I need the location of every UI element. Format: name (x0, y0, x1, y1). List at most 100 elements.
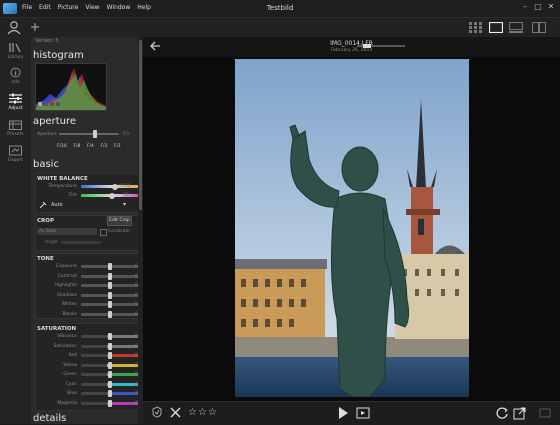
photo[interactable] (235, 59, 469, 397)
clip-toggle[interactable] (38, 102, 42, 106)
rail-item-label: Library (7, 55, 24, 60)
tone-slider[interactable] (81, 263, 141, 270)
sliders-icon (9, 93, 22, 104)
tint-handle[interactable] (109, 192, 115, 199)
constrain-checkbox[interactable] (100, 229, 107, 236)
saturation-slider[interactable] (81, 342, 141, 350)
saturation-handle[interactable] (108, 399, 112, 407)
saturation-handle[interactable] (108, 352, 112, 359)
eyedropper-icon[interactable] (39, 201, 47, 209)
tone-handle[interactable] (108, 282, 112, 289)
panel-scrollbar-thumb[interactable] (139, 40, 142, 210)
zoom-handle[interactable] (363, 44, 371, 48)
saturation-handle[interactable] (108, 361, 112, 369)
tone-handle[interactable] (108, 301, 112, 308)
tone-handle[interactable] (108, 291, 112, 299)
saturation-handle[interactable] (108, 333, 112, 340)
saturation-slider[interactable] (81, 380, 141, 388)
saturation-slider[interactable] (81, 390, 141, 397)
tone-handle[interactable] (108, 272, 112, 280)
saturation-handle[interactable] (108, 380, 112, 388)
minimize-icon[interactable]: – (521, 3, 529, 11)
saturation-slider[interactable] (81, 352, 141, 359)
edit-crop-button[interactable]: Edit Crop (107, 216, 132, 226)
aperture-stop[interactable]: F/1 (114, 144, 121, 149)
star-icon[interactable]: ☆ (188, 406, 197, 420)
crop-ratio-select[interactable]: As Shot (37, 228, 97, 235)
saturation-label: Saturation (53, 343, 77, 349)
tone-handle[interactable] (108, 310, 112, 318)
crop-title: CROP (37, 218, 54, 224)
window-title: Testbild (266, 4, 294, 12)
chevron-down-icon[interactable]: ▾ (123, 201, 126, 208)
slideshow-icon[interactable] (356, 406, 370, 420)
tint-label: Tint (68, 193, 77, 198)
play-icon[interactable] (337, 406, 349, 420)
temperature-slider[interactable] (81, 183, 143, 190)
aperture-stop[interactable]: F/2 (100, 144, 107, 149)
saturation-slider[interactable] (81, 333, 141, 340)
aperture-handle[interactable] (93, 130, 97, 138)
tone-slider[interactable] (81, 272, 141, 280)
tone-slider[interactable] (81, 282, 141, 289)
check-shield-icon[interactable] (152, 406, 162, 418)
histogram-title[interactable]: histogram (33, 50, 84, 61)
clip-toggle[interactable] (44, 102, 48, 106)
tone-handle[interactable] (108, 263, 112, 270)
saturation-label: Cyan (65, 381, 77, 387)
clip-toggle[interactable] (56, 102, 60, 106)
temperature-handle[interactable] (112, 183, 119, 190)
rail-item-info[interactable]: Info (0, 67, 31, 85)
add-icon[interactable] (30, 22, 40, 32)
tone-label: Whites (61, 302, 77, 307)
aperture-title[interactable]: aperture (33, 116, 76, 127)
aperture-slider[interactable] (59, 130, 119, 138)
rail-item-label: Info (11, 80, 20, 85)
export-icon (9, 145, 22, 156)
rail-item-library[interactable]: Library (0, 42, 31, 60)
white-balance-preset[interactable]: Auto (51, 202, 63, 208)
rail-item-adjust[interactable]: Adjust (0, 93, 31, 111)
tone-slider[interactable] (81, 291, 141, 299)
saturation-slider[interactable] (81, 361, 141, 369)
aperture-stop[interactable]: F/16 (57, 144, 67, 149)
rail-item-presets[interactable]: Presets (0, 119, 31, 137)
saturation-slider[interactable] (81, 399, 141, 407)
rail-item-export[interactable]: Export (0, 145, 31, 163)
maximize-icon[interactable]: □ (534, 3, 542, 11)
image-viewer (143, 37, 560, 401)
library-icon (9, 43, 21, 53)
details-title[interactable]: details (33, 413, 66, 424)
saturation-handle[interactable] (108, 390, 112, 397)
aperture-stop[interactable]: F/8 (73, 144, 80, 149)
aperture-stop[interactable]: F/4 (87, 144, 94, 149)
tint-slider[interactable] (81, 192, 143, 199)
reject-x-icon[interactable] (170, 406, 181, 418)
rating-stars: ☆ ☆ ☆ (188, 406, 217, 420)
saturation-label: Blue (67, 391, 77, 396)
filmstrip-view-icon[interactable] (509, 22, 523, 33)
tone-slider[interactable] (81, 301, 141, 308)
close-icon[interactable]: ✕ (547, 3, 555, 11)
saturation-slider[interactable] (81, 371, 141, 378)
compare-view-icon[interactable] (532, 22, 546, 33)
saturation-handle[interactable] (108, 342, 112, 350)
aperture-label: Aperture (37, 132, 57, 137)
star-icon[interactable]: ☆ (198, 406, 207, 420)
angle-slider[interactable] (61, 241, 101, 244)
rotate-icon[interactable] (496, 406, 509, 420)
basic-title[interactable]: basic (33, 159, 59, 170)
tone-slider[interactable] (81, 310, 141, 318)
grid-view-icon[interactable] (469, 22, 483, 33)
saturation-handle[interactable] (108, 371, 112, 378)
version-label[interactable]: Version 3 (35, 38, 58, 44)
image-header: IMG_0014.LFR February 26, 2014 (143, 37, 560, 57)
clip-toggle[interactable] (50, 102, 54, 106)
account-icon[interactable] (6, 20, 22, 35)
share-icon[interactable] (513, 406, 526, 420)
star-icon[interactable]: ☆ (208, 406, 217, 420)
fullscreen-icon[interactable] (539, 406, 551, 420)
single-view-icon[interactable] (489, 22, 503, 33)
saturation-label: Magenta (57, 400, 77, 406)
title-bar: File Edit Picture View Window Help Testb… (0, 0, 560, 18)
